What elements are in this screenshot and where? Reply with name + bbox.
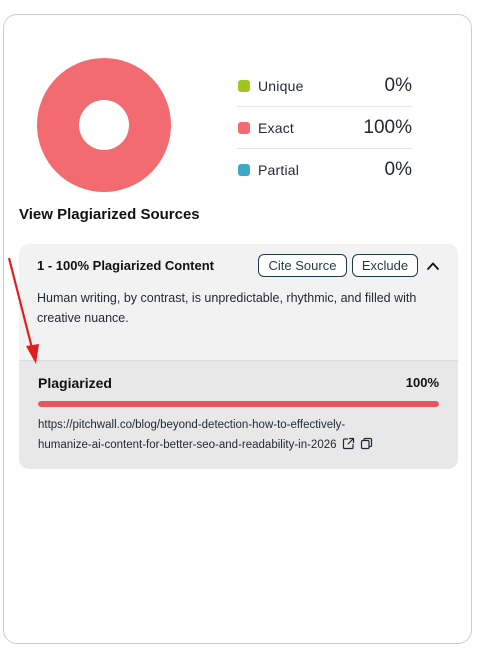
donut-chart bbox=[37, 58, 171, 192]
partial-swatch bbox=[238, 164, 250, 176]
donut-hole bbox=[79, 100, 129, 150]
legend-value-exact: 100% bbox=[363, 116, 412, 138]
plagiarized-label: Plagiarized bbox=[38, 375, 112, 391]
source-url-line-2-wrap[interactable]: humanize-ai-content-for-better-seo-and-r… bbox=[38, 435, 443, 455]
copy-icon[interactable] bbox=[360, 437, 373, 450]
matched-snippet: Human writing, by contrast, is unpredict… bbox=[37, 291, 417, 325]
legend-label-partial: Partial bbox=[258, 162, 300, 178]
legend-row-partial: Partial 0% bbox=[237, 149, 412, 191]
cite-source-button[interactable]: Cite Source bbox=[258, 254, 347, 277]
legend-label-unique: Unique bbox=[258, 77, 304, 94]
plagiarized-percent: 100% bbox=[405, 375, 439, 390]
source-url-line-2[interactable]: humanize-ai-content-for-better-seo-and-r… bbox=[38, 439, 337, 451]
legend-row-unique: Unique 0% bbox=[237, 65, 412, 107]
exact-swatch bbox=[238, 121, 250, 134]
legend-value-unique: 0% bbox=[384, 74, 412, 96]
match-details: Plagiarized 100% https://pitchwall.co/bl… bbox=[19, 360, 458, 469]
source-item: 1 - 100% Plagiarized Content Cite Source… bbox=[19, 244, 458, 469]
sources-section-title: View Plagiarized Sources bbox=[19, 206, 200, 223]
source-heading: 1 - 100% Plagiarized Content bbox=[37, 258, 214, 273]
source-url[interactable]: https://pitchwall.co/blog/beyond-detecti… bbox=[38, 415, 443, 455]
chevron-up-icon[interactable] bbox=[425, 258, 441, 274]
plagiarism-progress-fill bbox=[38, 401, 439, 407]
source-url-line-1[interactable]: https://pitchwall.co/blog/beyond-detecti… bbox=[38, 415, 443, 435]
unique-swatch bbox=[238, 79, 250, 92]
legend-row-exact: Exact 100% bbox=[237, 107, 412, 149]
plagiarism-progress-bar bbox=[38, 401, 439, 407]
exclude-button[interactable]: Exclude bbox=[352, 254, 418, 277]
legend-value-partial: 0% bbox=[384, 159, 412, 180]
legend-label-exact: Exact bbox=[258, 119, 295, 136]
chart-legend: Unique 0% Exact 100% Partial 0% bbox=[237, 65, 412, 191]
external-link-icon[interactable] bbox=[342, 437, 355, 450]
